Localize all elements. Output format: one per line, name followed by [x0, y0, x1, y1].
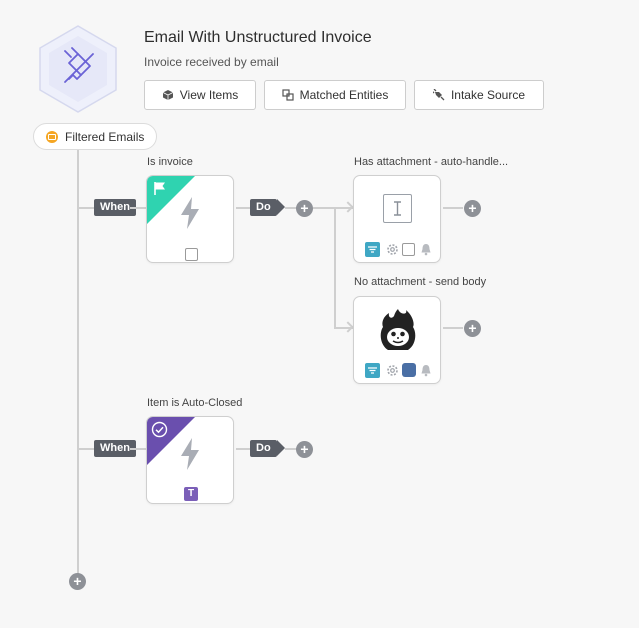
lightning-icon: [181, 197, 199, 229]
bell-icon[interactable]: [420, 364, 432, 377]
enable-checkbox[interactable]: [185, 248, 198, 261]
do-tag: Do: [250, 199, 285, 216]
type-badge: T: [184, 487, 198, 501]
flag-icon: [154, 182, 165, 195]
page-title: Email With Unstructured Invoice: [144, 29, 372, 46]
arrow-icon: [342, 321, 354, 333]
rule-label: Is invoice: [147, 156, 193, 168]
entities-icon: [282, 89, 294, 101]
gear-icon[interactable]: [386, 364, 399, 377]
connector: [236, 207, 250, 209]
check-circle-icon: [151, 421, 168, 438]
rule-label: Item is Auto-Closed: [147, 397, 243, 409]
lightning-icon: [181, 438, 199, 470]
connector: [130, 207, 146, 209]
monkey-flame-icon: [380, 309, 416, 350]
action-card-has-attachment[interactable]: [353, 175, 441, 263]
source-pill-label: Filtered Emails: [65, 129, 145, 144]
view-items-button[interactable]: View Items: [144, 80, 256, 110]
intake-source-button[interactable]: Intake Source: [414, 80, 544, 110]
bell-icon[interactable]: [420, 243, 432, 256]
filter-icon[interactable]: [365, 363, 380, 378]
rule-card-is-invoice[interactable]: [146, 175, 234, 263]
filter-icon[interactable]: [365, 242, 380, 257]
main-flow-line: [77, 150, 79, 576]
flow-logo-hexagon: [38, 24, 118, 114]
action-label: Has attachment - auto-handle...: [354, 156, 509, 168]
branch-line: [334, 208, 336, 328]
text-cursor-icon: [383, 194, 412, 223]
connector: [443, 207, 463, 209]
view-items-label: View Items: [179, 88, 239, 102]
enabled-toggle[interactable]: [402, 363, 416, 377]
add-action-button[interactable]: +: [296, 200, 313, 217]
add-action-button[interactable]: +: [296, 441, 313, 458]
connector: [130, 448, 146, 450]
action-card-no-attachment[interactable]: [353, 296, 441, 384]
connector: [78, 448, 94, 450]
connector: [78, 207, 94, 209]
intake-source-label: Intake Source: [450, 88, 526, 102]
add-rule-button[interactable]: +: [69, 573, 86, 590]
add-next-button[interactable]: +: [464, 200, 481, 217]
enable-checkbox[interactable]: [402, 243, 415, 256]
rule-card-auto-closed[interactable]: T: [146, 416, 234, 504]
gear-icon[interactable]: [386, 243, 399, 256]
cube-icon: [162, 90, 173, 100]
email-source-icon: [46, 130, 58, 143]
connector: [443, 327, 463, 329]
arrow-icon: [342, 201, 354, 213]
plug-icon: [432, 89, 445, 101]
do-tag: Do: [250, 440, 285, 457]
source-pill[interactable]: Filtered Emails: [33, 123, 157, 150]
matched-entities-label: Matched Entities: [299, 88, 389, 102]
connector: [236, 448, 250, 450]
matched-entities-button[interactable]: Matched Entities: [264, 80, 406, 110]
page-subtitle: Invoice received by email: [144, 55, 279, 69]
action-label: No attachment - send body: [354, 276, 487, 288]
add-next-button[interactable]: +: [464, 320, 481, 337]
